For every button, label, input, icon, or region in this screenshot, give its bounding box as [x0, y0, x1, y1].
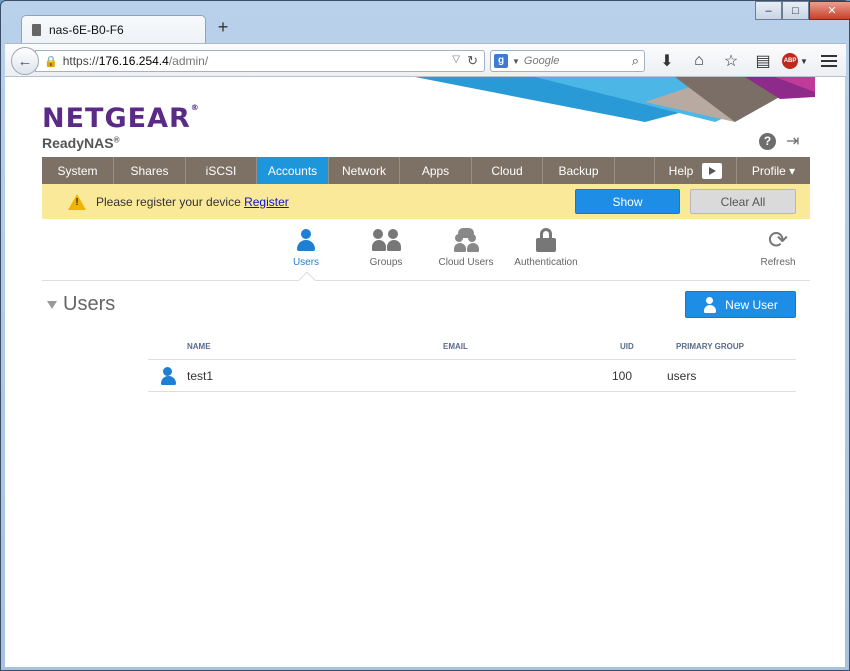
search-placeholder: Google [523, 55, 560, 67]
header-uid[interactable]: UID [620, 342, 634, 351]
refresh-label: Refresh [760, 257, 796, 268]
nav-network[interactable]: Network [329, 157, 400, 184]
netgear-logo: NETGEAR® [42, 103, 200, 134]
download-icon[interactable]: ⬇ [651, 49, 683, 73]
tab-title: nas-6E-B0-F6 [49, 23, 124, 37]
product-name: ReadyNAS® [42, 135, 120, 151]
menu-button[interactable] [817, 49, 841, 73]
back-arrow-icon: ← [17, 52, 33, 70]
page-content: NETGEAR® ReadyNAS® ? ⇥ System Shares iSC… [5, 77, 845, 667]
minimize-button[interactable]: – [755, 1, 782, 20]
cloud-users-icon [426, 227, 506, 253]
url-scheme: https:// [62, 54, 99, 68]
browser-window: nas-6E-B0-F6 + – □ ✕ 🔒 https:// 176.16.2… [0, 0, 850, 671]
new-user-label: New User [725, 297, 778, 312]
home-icon[interactable]: ⌂ [683, 49, 715, 73]
header-banner [415, 77, 815, 122]
cell-name: test1 [187, 369, 214, 383]
main-nav: System Shares iSCSI Accounts Network App… [42, 157, 810, 184]
table-row[interactable]: test1 100 users [148, 360, 796, 392]
refresh-button[interactable]: ⟳ Refresh [738, 226, 818, 269]
menu-icon [821, 55, 837, 57]
nav-profile[interactable]: Profile ▾ [737, 157, 810, 184]
header-primary-group[interactable]: PRIMARY GROUP [676, 342, 744, 351]
tab-authentication-label: Authentication [514, 257, 578, 268]
header-icons: ? ⇥ [759, 133, 799, 150]
tab-strip: nas-6E-B0-F6 + – □ ✕ [1, 1, 850, 44]
active-tab-caret [298, 271, 316, 289]
register-message: Please register your device Register [96, 195, 289, 209]
maximize-button[interactable]: □ [782, 1, 809, 20]
nav-backup[interactable]: Backup [543, 157, 615, 184]
logout-icon[interactable]: ⇥ [786, 133, 799, 150]
tab-groups-label: Groups [369, 257, 403, 268]
nav-system[interactable]: System [42, 157, 114, 184]
nav-iscsi[interactable]: iSCSI [186, 157, 257, 184]
tab-cloud-users[interactable]: Cloud Users [426, 227, 506, 268]
group-icon [346, 227, 426, 253]
cell-primary-group: users [667, 369, 697, 383]
nav-blank [615, 157, 655, 184]
register-link[interactable]: Register [244, 195, 289, 209]
url-host: 176.16.254.4 [98, 54, 169, 68]
refresh-icon: ⟳ [767, 226, 789, 254]
warning-icon: ! [68, 193, 86, 210]
users-section-title[interactable]: Users [47, 293, 115, 316]
play-icon [702, 162, 723, 179]
tab-users[interactable]: Users [266, 227, 346, 268]
bookmarks-list-icon[interactable]: ▤ [747, 49, 779, 73]
page-title: Users [63, 293, 116, 315]
user-icon [703, 296, 717, 313]
browser-tab[interactable]: nas-6E-B0-F6 [21, 15, 206, 44]
collapse-triangle-icon[interactable] [47, 300, 57, 309]
search-input[interactable]: g ▼ Google ⌕ [490, 50, 645, 72]
register-text: Please register your device [96, 194, 241, 209]
url-dropdown-icon[interactable]: ▽ [452, 54, 460, 65]
nav-cloud[interactable]: Cloud [472, 157, 543, 184]
navigation-toolbar: 🔒 https:// 176.16.254.4 /admin/ ▽ ↻ ← g … [5, 43, 846, 77]
adblock-button[interactable]: ABP ▼ [779, 49, 811, 73]
reload-icon[interactable]: ↻ [467, 53, 478, 69]
bookmark-star-icon[interactable]: ☆ [715, 49, 747, 73]
url-bar[interactable]: 🔒 https:// 176.16.254.4 /admin/ ▽ ↻ [35, 50, 485, 72]
new-tab-button[interactable]: + [213, 17, 233, 37]
register-bar: ! Please register your device Register S… [42, 184, 810, 219]
help-icon[interactable]: ? [759, 133, 776, 150]
show-button[interactable]: Show [575, 189, 680, 214]
url-path: /admin/ [168, 54, 209, 68]
accounts-subnav: Users Groups Cloud Users Authentication … [42, 227, 810, 289]
nav-help-label: Help [668, 163, 694, 178]
tab-cloud-users-label: Cloud Users [438, 257, 494, 268]
search-icon[interactable]: ⌕ [632, 53, 639, 69]
new-user-button[interactable]: New User [685, 291, 796, 318]
window-controls: – □ ✕ [755, 1, 850, 21]
chevron-down-icon[interactable]: ▼ [512, 57, 520, 66]
lock-icon [506, 227, 586, 253]
nav-accounts[interactable]: Accounts [257, 157, 329, 184]
adblock-icon: ABP [782, 53, 799, 69]
cell-uid: 100 [612, 369, 633, 383]
chevron-down-icon: ▼ [800, 56, 808, 66]
nav-apps[interactable]: Apps [400, 157, 472, 184]
tab-groups[interactable]: Groups [346, 227, 426, 268]
users-table: NAME EMAIL UID PRIMARY GROUP test1 100 u… [148, 332, 796, 392]
favicon-icon [32, 24, 41, 36]
search-engine-icon[interactable]: g [494, 54, 508, 68]
nav-shares[interactable]: Shares [114, 157, 186, 184]
back-button[interactable]: ← [11, 47, 39, 75]
close-window-button[interactable]: ✕ [809, 1, 850, 20]
clear-all-button[interactable]: Clear All [690, 189, 796, 214]
header-email[interactable]: EMAIL [443, 342, 468, 351]
lock-icon: 🔒 [44, 55, 58, 68]
tab-users-label: Users [292, 257, 320, 268]
user-icon [296, 229, 316, 251]
table-header: NAME EMAIL UID PRIMARY GROUP [148, 332, 796, 360]
tab-authentication[interactable]: Authentication [506, 227, 586, 268]
header-name[interactable]: NAME [187, 342, 211, 351]
toolbar-icons: ⬇ ⌂ ☆ ▤ ABP ▼ [651, 49, 811, 73]
nav-help[interactable]: Help [655, 157, 737, 184]
